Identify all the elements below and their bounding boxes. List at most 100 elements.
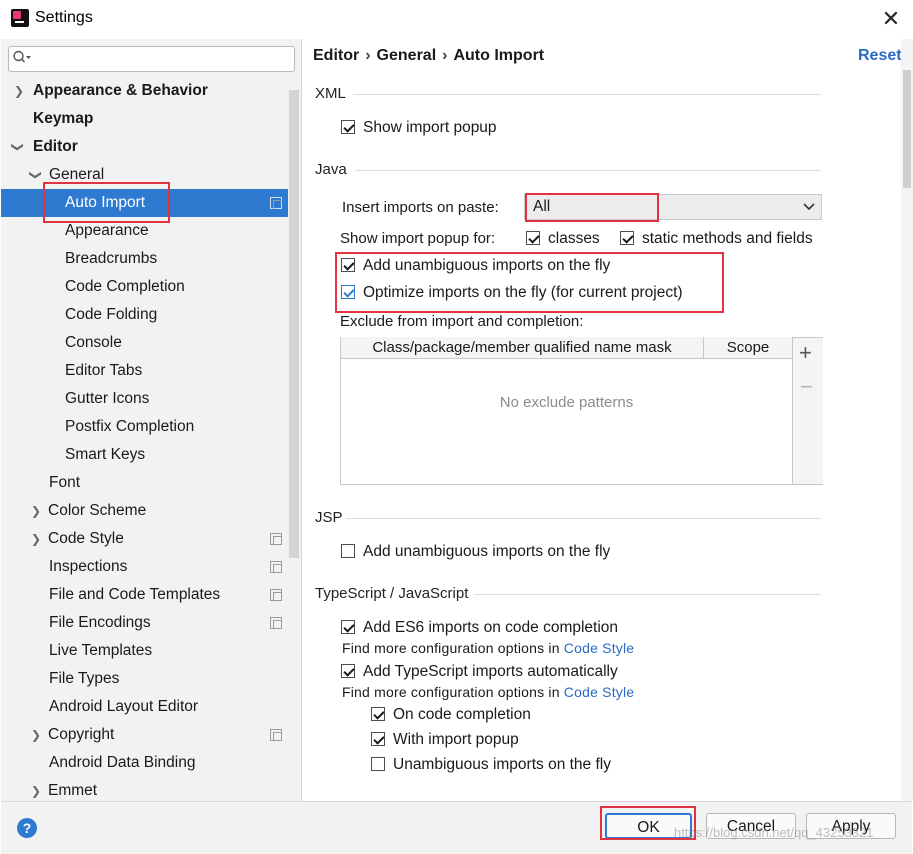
section-divider <box>346 518 821 519</box>
table-header-mask[interactable]: Class/package/member qualified name mask <box>341 337 704 359</box>
es6-imports-checkbox[interactable]: Add ES6 imports on code completion <box>341 617 618 639</box>
exclude-label: Exclude from import and completion: <box>340 313 584 330</box>
chevron-right-icon[interactable]: ❯ <box>14 77 24 105</box>
ts-auto-imports-checkbox[interactable]: Add TypeScript imports automatically <box>341 661 618 683</box>
code-style-link[interactable]: Code Style <box>564 640 634 656</box>
project-scope-icon <box>270 561 282 573</box>
checkbox-checked-icon[interactable] <box>341 620 355 634</box>
checkbox-checked-icon[interactable] <box>341 258 355 272</box>
sidebar-item-font[interactable]: Font <box>49 469 80 497</box>
project-scope-icon <box>270 589 282 601</box>
sidebar-item-android-data-binding[interactable]: Android Data Binding <box>49 749 196 777</box>
sidebar-item-code-folding[interactable]: Code Folding <box>65 301 157 329</box>
sidebar-item-code-completion[interactable]: Code Completion <box>65 273 185 301</box>
checkbox-label: static methods and fields <box>642 230 813 247</box>
hint-text: Find more configuration options in <box>342 684 560 700</box>
sidebar-item-console[interactable]: Console <box>65 329 122 357</box>
checkbox-checked-icon[interactable] <box>341 120 355 134</box>
static-methods-checkbox[interactable]: static methods and fields <box>620 228 813 250</box>
chevron-right-icon[interactable]: ❯ <box>31 525 41 553</box>
checkbox-label: Add ES6 imports on code completion <box>363 619 619 636</box>
sidebar-item-breadcrumbs[interactable]: Breadcrumbs <box>65 245 157 273</box>
sidebar-item-auto-import[interactable]: Auto Import <box>65 189 145 217</box>
breadcrumb-general[interactable]: General <box>377 47 437 64</box>
checkbox-unchecked-icon[interactable] <box>371 757 385 771</box>
table-header-scope[interactable]: Scope <box>704 337 792 359</box>
section-divider <box>353 94 821 95</box>
sidebar-item-editor[interactable]: Editor <box>33 133 78 161</box>
sidebar-item-keymap[interactable]: Keymap <box>33 105 93 133</box>
project-scope-icon <box>270 197 282 209</box>
checkbox-label: On code completion <box>393 706 531 723</box>
sidebar-item-general[interactable]: General <box>49 161 104 189</box>
chevron-down-icon[interactable]: ❯ <box>22 170 50 180</box>
intellij-app-icon <box>11 9 29 27</box>
add-icon[interactable]: + <box>799 341 812 365</box>
checkbox-label: classes <box>548 230 600 247</box>
sidebar-item-appearance-behavior[interactable]: Appearance & Behavior <box>33 77 208 105</box>
checkbox-checked-icon[interactable] <box>620 231 634 245</box>
checkbox-checked-icon[interactable] <box>341 664 355 678</box>
xml-show-popup-checkbox[interactable]: Show import popup <box>341 117 497 139</box>
checkbox-checked-icon[interactable] <box>341 285 355 299</box>
sidebar-item-copyright[interactable]: Copyright <box>48 721 114 749</box>
exclude-table[interactable] <box>340 337 823 485</box>
chevron-down-icon[interactable]: ❯ <box>4 142 32 152</box>
sidebar-item-code-style[interactable]: Code Style <box>48 525 124 553</box>
title-bar <box>0 0 913 38</box>
checkbox-label: Add unambiguous imports on the fly <box>363 543 611 560</box>
checkbox-label: Add unambiguous imports on the fly <box>363 257 611 274</box>
breadcrumb-separator: › <box>365 47 371 64</box>
breadcrumb-editor[interactable]: Editor <box>313 47 359 64</box>
checkbox-unchecked-icon[interactable] <box>341 544 355 558</box>
content-scrollbar[interactable] <box>903 70 911 188</box>
project-scope-icon <box>270 729 282 741</box>
checkbox-label: Add TypeScript imports automatically <box>363 663 618 680</box>
breadcrumb-auto-import: Auto Import <box>453 47 545 64</box>
project-scope-icon <box>270 617 282 629</box>
config-hint-1: Find more configuration options in Code … <box>342 639 634 657</box>
sidebar-item-editor-tabs[interactable]: Editor Tabs <box>65 357 142 385</box>
insert-imports-select[interactable] <box>524 194 822 220</box>
section-title-jsp: JSP <box>315 509 343 526</box>
sidebar-item-smart-keys[interactable]: Smart Keys <box>65 441 145 469</box>
unambiguous-imports-checkbox[interactable]: Unambiguous imports on the fly <box>371 754 611 776</box>
insert-imports-label: Insert imports on paste: <box>342 199 499 216</box>
jsp-add-unambiguous-checkbox[interactable]: Add unambiguous imports on the fly <box>341 541 610 563</box>
classes-checkbox[interactable]: classes <box>526 228 600 250</box>
sidebar-item-file-types[interactable]: File Types <box>49 665 119 693</box>
on-code-completion-checkbox[interactable]: On code completion <box>371 704 531 726</box>
checkbox-checked-icon[interactable] <box>526 231 540 245</box>
remove-icon[interactable]: − <box>800 375 813 399</box>
sidebar-item-inspections[interactable]: Inspections <box>49 553 127 581</box>
help-icon[interactable]: ? <box>17 818 37 838</box>
optimize-imports-checkbox[interactable]: Optimize imports on the fly (for current… <box>341 282 683 304</box>
code-style-link[interactable]: Code Style <box>564 684 634 700</box>
sidebar-item-appearance[interactable]: Appearance <box>65 217 149 245</box>
sidebar-scrollbar[interactable] <box>289 90 299 558</box>
sidebar-item-file-code-templates[interactable]: File and Code Templates <box>49 581 220 609</box>
breadcrumb-separator: › <box>442 47 448 64</box>
search-input[interactable] <box>8 46 295 72</box>
checkbox-checked-icon[interactable] <box>371 707 385 721</box>
sidebar-item-postfix-completion[interactable]: Postfix Completion <box>65 413 194 441</box>
with-import-popup-checkbox[interactable]: With import popup <box>371 729 519 751</box>
project-scope-icon <box>270 533 282 545</box>
window-title: Settings <box>35 9 93 26</box>
sidebar-item-android-layout-editor[interactable]: Android Layout Editor <box>49 693 198 721</box>
reset-link[interactable]: Reset <box>858 44 902 68</box>
config-hint-2: Find more configuration options in Code … <box>342 683 634 701</box>
sidebar-item-gutter-icons[interactable]: Gutter Icons <box>65 385 149 413</box>
watermark: https://blog.csdn.net/qq_43253321 <box>674 825 874 840</box>
checkbox-label: With import popup <box>393 731 519 748</box>
sidebar-item-live-templates[interactable]: Live Templates <box>49 637 152 665</box>
chevron-right-icon[interactable]: ❯ <box>31 497 41 525</box>
chevron-right-icon[interactable]: ❯ <box>31 721 41 749</box>
java-add-unambiguous-checkbox[interactable]: Add unambiguous imports on the fly <box>341 255 610 277</box>
search-icon <box>13 50 31 63</box>
sidebar-item-file-encodings[interactable]: File Encodings <box>49 609 151 637</box>
checkbox-label: Optimize imports on the fly (for current… <box>363 284 683 301</box>
close-icon[interactable]: ✕ <box>878 6 904 32</box>
sidebar-item-color-scheme[interactable]: Color Scheme <box>48 497 146 525</box>
checkbox-checked-icon[interactable] <box>371 732 385 746</box>
